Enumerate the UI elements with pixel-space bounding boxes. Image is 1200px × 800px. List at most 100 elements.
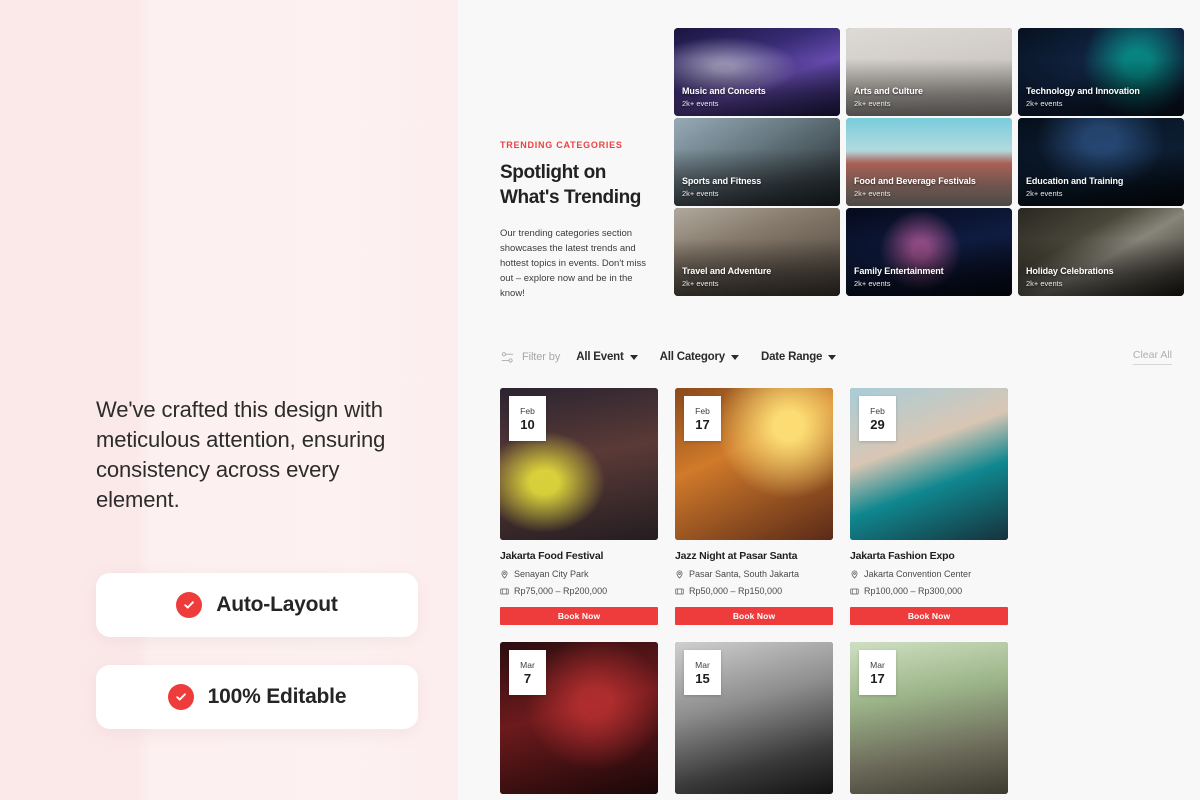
event-date-badge: Mar 17 [859,650,896,695]
filter-dropdown-all-category[interactable]: All Category [660,351,739,363]
category-event-count: 2k+ events [854,189,891,198]
event-thumbnail[interactable]: Mar 7 [500,642,658,794]
category-tile[interactable]: Family Entertainment 2k+ events [846,208,1012,296]
category-name: Arts and Culture [854,86,923,96]
event-date-day: 15 [695,670,710,686]
category-tile[interactable]: Technology and Innovation 2k+ events [1018,28,1184,116]
category-tile[interactable]: Holiday Celebrations 2k+ events [1018,208,1184,296]
event-thumbnail[interactable]: Mar 15 [675,642,833,794]
filter-by-label: Filter by [522,351,561,363]
filter-dropdown-all-event[interactable]: All Event [576,351,638,363]
event-card[interactable]: Feb 10 Jakarta Food Festival Senayan City P… [500,388,658,625]
event-date-month: Mar [520,659,535,670]
category-tile[interactable]: Sports and Fitness 2k+ events [674,118,840,206]
chevron-down-icon [629,354,638,360]
event-venue-label: Jakarta Convention Center [864,569,972,579]
event-date-day: 7 [523,670,532,686]
feature-pill-label: 100% Editable [207,685,347,708]
category-caption: Travel and Adventure 2k+ events [682,265,834,289]
event-title: Jazz Night at Pasar Santa [675,550,798,562]
event-title: Jakarta Fashion Expo [850,550,955,562]
feature-pill-label: Auto-Layout [216,593,338,616]
category-name: Holiday Celebrations [1026,266,1114,276]
category-event-count: 2k+ events [854,279,891,288]
event-thumbnail[interactable]: Feb 10 [500,388,658,540]
event-venue: Pasar Santa, South Jakarta [675,569,833,579]
ticket-icon [500,588,509,594]
event-card-grid: Feb 10 Jakarta Food Festival Senayan City P… [500,388,1180,800]
ticket-icon [850,588,859,594]
event-card[interactable]: Mar7Comedy Club SpecialThe Pallas, SCBDR… [500,642,658,800]
promo-panel: We've crafted this design with meticulou… [0,0,458,800]
category-event-count: 2k+ events [682,279,719,288]
category-name: Sports and Fitness [682,176,762,186]
event-date-month: Feb [520,405,535,416]
event-title: Jakarta Food Festival [500,550,604,562]
event-date-day: 17 [695,416,710,432]
category-event-count: 2k+ events [1026,99,1063,108]
filter-dropdown-label: All Category [659,351,726,363]
category-name: Music and Concerts [682,86,766,96]
book-now-button[interactable]: Book Now [850,607,1008,625]
category-tile[interactable]: Education and Training 2k+ events [1018,118,1184,206]
promo-content: We've crafted this design with meticulou… [96,395,426,729]
app-panel: TRENDING CATEGORIES Spotlight on What's … [458,0,1200,800]
category-tile[interactable]: Arts and Culture 2k+ events [846,28,1012,116]
event-price: Rp75,000 – Rp200,000 [500,586,658,596]
event-card[interactable]: Feb 29 Jakarta Fashion Expo Jakarta Convent… [850,388,1008,625]
event-card[interactable]: Mar 17 [850,642,1008,800]
event-thumbnail[interactable]: Mar 17 [850,642,1008,794]
category-name: Education and Training [1026,176,1124,186]
feature-pill-auto-layout[interactable]: Auto-Layout [96,573,418,637]
category-tile[interactable]: Travel and Adventure 2k+ events [674,208,840,296]
category-name: Technology and Innovation [1026,86,1140,96]
event-date-badge: Feb 10 [509,396,546,441]
category-caption: Holiday Celebrations 2k+ events [1026,265,1178,289]
event-date-month: Mar [695,659,710,670]
feature-pill-editable[interactable]: 100% Editable [96,665,418,729]
clear-all-button[interactable]: Clear All [1132,349,1172,365]
event-venue: Senayan City Park [500,569,658,579]
category-tile[interactable]: Food and Beverage Festivals 2k+ events [846,118,1012,206]
app-screen: We've crafted this design with meticulou… [0,0,1200,800]
category-tile[interactable]: Music and Concerts 2k+ events [674,28,840,116]
category-caption: Education and Training 2k+ events [1026,175,1178,199]
event-price-label: Rp50,000 – Rp150,000 [689,586,783,596]
event-price-label: Rp75,000 – Rp200,000 [514,586,608,596]
event-price: Rp100,000 – Rp300,000 [850,586,1008,596]
category-caption: Sports and Fitness 2k+ events [682,175,834,199]
book-now-button[interactable]: Book Now [675,607,833,625]
filter-dropdown-date-range[interactable]: Date Range [761,351,837,363]
event-price-label: Rp100,000 – Rp300,000 [864,586,963,596]
book-now-button[interactable]: Book Now [500,607,658,625]
category-event-count: 2k+ events [854,99,891,108]
category-event-count: 2k+ events [1026,189,1063,198]
event-card[interactable]: Mar 15 [675,642,833,800]
event-date-badge: Feb 17 [684,396,721,441]
event-date-month: Mar [870,659,885,670]
location-pin-icon [851,570,858,579]
category-event-count: 2k+ events [682,99,719,108]
ticket-icon [675,588,684,594]
event-date-badge: Mar 15 [684,650,721,695]
category-caption: Family Entertainment 2k+ events [854,265,1006,289]
event-date-month: Feb [870,405,885,416]
category-tile-grid: Music and Concerts 2k+ events Arts and Cul… [458,0,1200,320]
category-caption: Technology and Innovation 2k+ events [1026,85,1178,109]
promo-headline: We've crafted this design with meticulou… [96,397,386,512]
event-price: Rp50,000 – Rp150,000 [675,586,833,596]
event-date-badge: Mar 7 [509,650,546,695]
category-event-count: 2k+ events [682,189,719,198]
location-pin-icon [676,570,683,579]
event-thumbnail[interactable]: Feb 29 [850,388,1008,540]
event-card[interactable]: Feb 17 Jazz Night at Pasar Santa Pasar Sant… [675,388,833,625]
category-name: Family Entertainment [854,266,944,276]
event-thumbnail[interactable]: Feb 17 [675,388,833,540]
event-venue-label: Senayan City Park [514,569,589,579]
event-date-day: 10 [520,416,535,432]
filter-dropdown-label: All Event [576,351,624,363]
category-name: Food and Beverage Festivals [854,176,976,186]
check-circle-icon [176,592,203,618]
event-date-month: Feb [695,405,710,416]
event-date-badge: Feb 29 [859,396,896,441]
